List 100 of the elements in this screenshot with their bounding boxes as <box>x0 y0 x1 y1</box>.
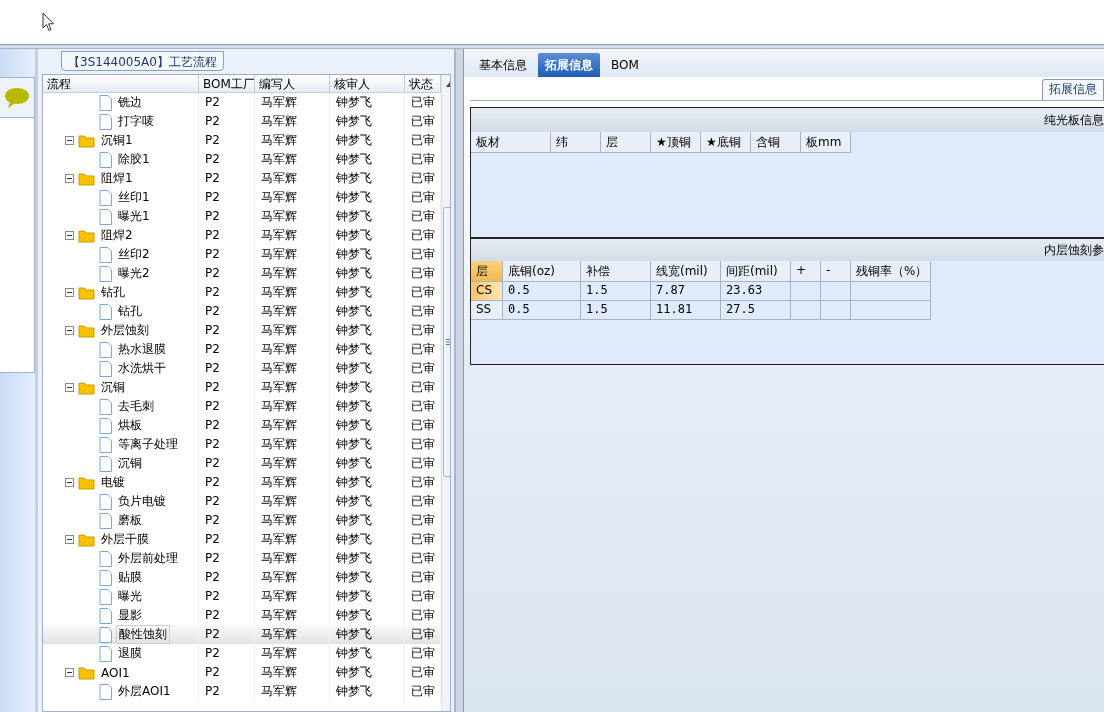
tree-row[interactable]: 退膜 P2 马军辉 钟梦飞 已审 <box>43 644 441 663</box>
column-header: 板材 <box>471 132 551 153</box>
table-cell: 马军辉 <box>255 340 330 359</box>
column-header: 层 <box>601 132 651 153</box>
tree-row[interactable]: 阻焊2 P2 马军辉 钟梦飞 已审 <box>43 226 441 245</box>
table-cell: 0.5 <box>503 301 581 320</box>
document-icon <box>99 550 112 567</box>
collapse-icon[interactable] <box>65 174 74 183</box>
tree-row[interactable]: 丝印2 P2 马军辉 钟梦飞 已审 <box>43 245 441 264</box>
table-cell: 钟梦飞 <box>330 340 405 359</box>
table-cell: P2 <box>199 530 255 549</box>
tree-row[interactable]: 水洗烘干 P2 马军辉 钟梦飞 已审 <box>43 359 441 378</box>
collapse-icon[interactable] <box>65 288 74 297</box>
table-cell: 马军辉 <box>255 283 330 302</box>
step-name: 曝光 <box>117 588 143 605</box>
tree-row[interactable]: 打字唛 P2 马军辉 钟梦飞 已审 <box>43 112 441 131</box>
tree-row[interactable]: 外层蚀刻 P2 马军辉 钟梦飞 已审 <box>43 321 441 340</box>
table-cell: P2 <box>199 226 255 245</box>
tree-row[interactable]: 外层前处理 P2 马军辉 钟梦飞 已审 <box>43 549 441 568</box>
tree-row[interactable]: 沉铜 P2 马军辉 钟梦飞 已审 <box>43 454 441 473</box>
tree-row[interactable]: 曝光2 P2 马军辉 钟梦飞 已审 <box>43 264 441 283</box>
column-header[interactable]: 核审人 <box>330 75 405 92</box>
tree-row[interactable]: 除胶1 P2 马军辉 钟梦飞 已审 <box>43 150 441 169</box>
document-icon <box>99 303 112 320</box>
tab[interactable]: BOM <box>604 53 646 77</box>
tree-row[interactable]: 电镀 P2 马军辉 钟梦飞 已审 <box>43 473 441 492</box>
table-cell: P2 <box>199 302 255 321</box>
collapse-icon[interactable] <box>65 326 74 335</box>
collapse-icon[interactable] <box>65 383 74 392</box>
tree-row[interactable]: 钻孔 P2 马军辉 钟梦飞 已审 <box>43 302 441 321</box>
tree-row[interactable]: 外层AOI1 P2 马军辉 钟梦飞 已审 <box>43 682 441 701</box>
table-cell: 马军辉 <box>255 435 330 454</box>
folder-icon <box>78 323 95 338</box>
table-cell: P2 <box>199 587 255 606</box>
table-cell: 23.63 <box>721 282 791 301</box>
row-header[interactable]: SS <box>471 301 503 320</box>
step-name: 沉铜 <box>117 455 143 472</box>
tree-row[interactable]: 钻孔 P2 马军辉 钟梦飞 已审 <box>43 283 441 302</box>
tab[interactable]: 基本信息 <box>472 53 534 77</box>
table-cell: P2 <box>199 131 255 150</box>
table-cell: P2 <box>199 416 255 435</box>
column-header[interactable]: BOM工厂 <box>199 75 255 92</box>
table-cell: 钟梦飞 <box>330 188 405 207</box>
collapse-icon[interactable] <box>65 535 74 544</box>
table-cell: 马军辉 <box>255 226 330 245</box>
step-name: 丝印1 <box>117 189 151 206</box>
table-cell: 钟梦飞 <box>330 264 405 283</box>
tree-row[interactable]: 酸性蚀刻 P2 马军辉 钟梦飞 已审 <box>43 625 441 644</box>
step-name: 铣边 <box>117 94 143 111</box>
collapse-icon[interactable] <box>65 668 74 677</box>
tree-row[interactable]: 沉铜 P2 马军辉 钟梦飞 已审 <box>43 378 441 397</box>
tree-row[interactable]: 贴膜 P2 马军辉 钟梦飞 已审 <box>43 568 441 587</box>
document-icon <box>99 398 112 415</box>
step-name: 阻焊1 <box>100 170 134 187</box>
empty-cell <box>791 282 821 301</box>
tree-row[interactable]: 磨板 P2 马军辉 钟梦飞 已审 <box>43 511 441 530</box>
table-cell: 钟梦飞 <box>330 473 405 492</box>
column-header[interactable]: 流程 <box>43 75 199 92</box>
column-header: 补偿 <box>581 261 651 282</box>
tree-row[interactable]: 曝光 P2 马军辉 钟梦飞 已审 <box>43 587 441 606</box>
tree-row[interactable]: 铣边 P2 马军辉 钟梦飞 已审 <box>43 93 441 112</box>
document-icon <box>99 493 112 510</box>
table-cell: 马军辉 <box>255 587 330 606</box>
table-cell: 钟梦飞 <box>330 587 405 606</box>
tree-row[interactable]: 丝印1 P2 马军辉 钟梦飞 已审 <box>43 188 441 207</box>
table-cell: 马军辉 <box>255 207 330 226</box>
tab[interactable]: 拓展信息 <box>538 53 600 77</box>
tree-row[interactable]: 外层干膜 P2 马军辉 钟梦飞 已审 <box>43 530 441 549</box>
column-header: ★底铜 <box>701 132 751 153</box>
column-header[interactable]: 编写人 <box>255 75 330 92</box>
tree-row[interactable]: 等离子处理 P2 马军辉 钟梦飞 已审 <box>43 435 441 454</box>
table-cell: P2 <box>199 454 255 473</box>
table-cell: 钟梦飞 <box>330 625 405 644</box>
table-cell: 钟梦飞 <box>330 283 405 302</box>
tree-row[interactable]: 热水退膜 P2 马军辉 钟梦飞 已审 <box>43 340 441 359</box>
table-cell: 钟梦飞 <box>330 644 405 663</box>
tree-row[interactable]: 烘板 P2 马军辉 钟梦飞 已审 <box>43 416 441 435</box>
collapse-icon[interactable] <box>65 231 74 240</box>
collapse-icon[interactable] <box>65 478 74 487</box>
document-icon <box>99 246 112 263</box>
step-name: 热水退膜 <box>117 341 167 358</box>
document-icon <box>99 512 112 529</box>
tree-row[interactable]: 曝光1 P2 马军辉 钟梦飞 已审 <box>43 207 441 226</box>
table-cell: 马军辉 <box>255 682 330 701</box>
tree-row[interactable]: AOI1 P2 马军辉 钟梦飞 已审 <box>43 663 441 682</box>
table-cell: 钟梦飞 <box>330 568 405 587</box>
collapse-icon[interactable] <box>65 136 74 145</box>
step-name: 退膜 <box>117 645 143 662</box>
table-cell: P2 <box>199 169 255 188</box>
tree-row[interactable]: 负片电镀 P2 马军辉 钟梦飞 已审 <box>43 492 441 511</box>
row-header[interactable]: CS <box>471 282 503 301</box>
table-cell: 马军辉 <box>255 359 330 378</box>
column-header: 残铜率（%） <box>851 261 931 282</box>
column-header: ★顶铜 <box>651 132 701 153</box>
tree-row[interactable]: 阻焊1 P2 马军辉 钟梦飞 已审 <box>43 169 441 188</box>
table-cell: 马军辉 <box>255 492 330 511</box>
table-cell: 马军辉 <box>255 549 330 568</box>
tree-row[interactable]: 沉铜1 P2 马军辉 钟梦飞 已审 <box>43 131 441 150</box>
table-cell: 马军辉 <box>255 245 330 264</box>
tree-row[interactable]: 去毛刺 P2 马军辉 钟梦飞 已审 <box>43 397 441 416</box>
